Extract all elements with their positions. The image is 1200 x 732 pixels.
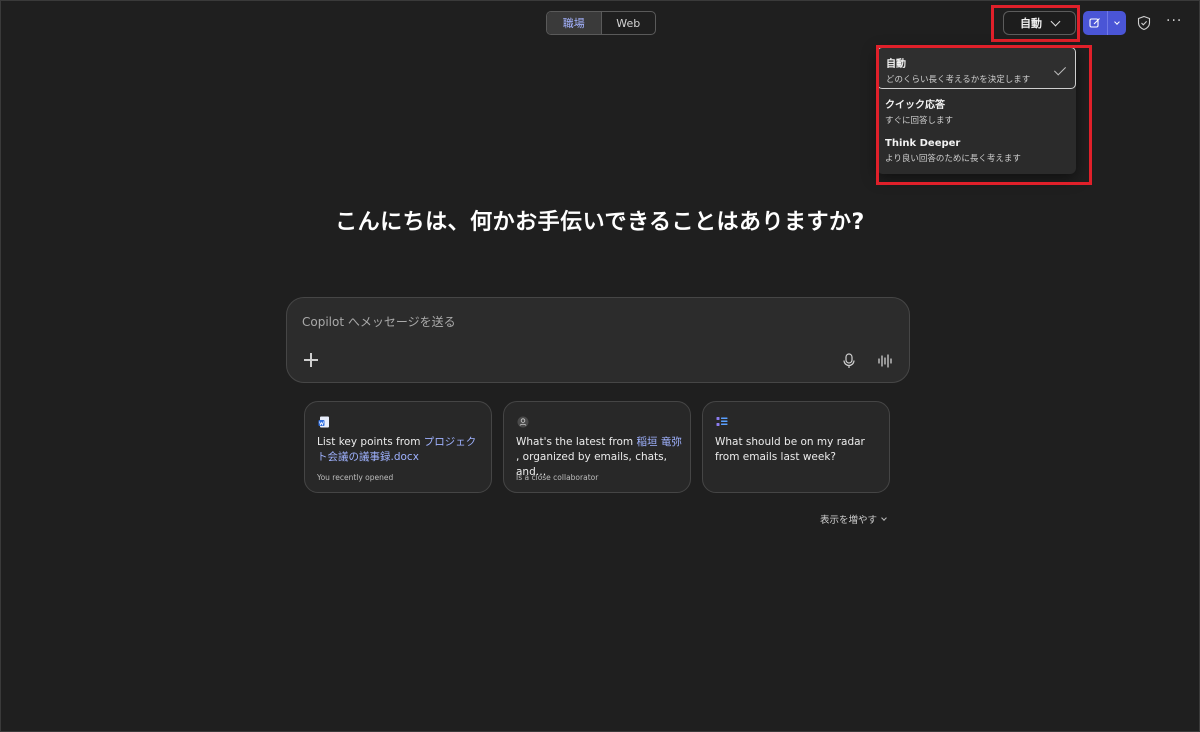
- suggestion-person-link[interactable]: 稲垣 竜弥: [636, 436, 681, 448]
- voice-mode-icon[interactable]: [877, 353, 893, 369]
- tab-web[interactable]: Web: [602, 12, 656, 34]
- suggestion-subtext: You recently opened: [317, 473, 394, 482]
- message-composer[interactable]: Copilot へメッセージを送る: [286, 297, 910, 383]
- annotation-highlight-menu: [876, 45, 1092, 185]
- microphone-icon[interactable]: [842, 353, 856, 369]
- suggestion-card[interactable]: What's the latest from 稲垣 竜弥 , organized…: [503, 401, 691, 493]
- new-chat-dropdown-button[interactable]: [1107, 11, 1126, 35]
- suggestion-text: What should be on my radar from emails l…: [715, 436, 865, 463]
- shield-icon[interactable]: [1136, 15, 1152, 31]
- chevron-down-icon: [881, 515, 887, 521]
- suggestion-subtext: Is a close collaborator: [516, 473, 599, 482]
- annotation-highlight-mode-button: [991, 5, 1080, 42]
- compose-icon: [1089, 18, 1100, 28]
- add-attachment-icon[interactable]: [304, 353, 318, 367]
- suggestion-card[interactable]: What should be on my radar from emails l…: [702, 401, 890, 493]
- suggestion-text: List key points from プロジェクト会議の議事録.docx: [317, 435, 483, 465]
- list-icon: [716, 417, 728, 426]
- work-web-toggle[interactable]: 職場 Web: [546, 11, 656, 35]
- show-more-label: 表示を増やす: [820, 515, 878, 526]
- word-doc-icon: [318, 416, 329, 428]
- person-icon: [517, 416, 529, 428]
- suggestion-prefix: List key points from: [317, 436, 424, 448]
- chevron-down-icon: [1114, 19, 1120, 25]
- suggestion-card[interactable]: List key points from プロジェクト会議の議事録.docx Y…: [304, 401, 492, 493]
- new-chat-button[interactable]: [1083, 11, 1107, 35]
- show-more-button[interactable]: 表示を増やす: [820, 512, 887, 526]
- more-options-icon[interactable]: ···: [1166, 13, 1182, 29]
- new-chat-split-button[interactable]: [1083, 11, 1126, 35]
- suggestion-prefix: What's the latest from: [516, 436, 637, 448]
- message-input-placeholder[interactable]: Copilot へメッセージを送る: [302, 313, 456, 330]
- greeting-heading: こんにちは、何かお手伝いできることはありますか?: [335, 210, 865, 235]
- tab-work[interactable]: 職場: [547, 12, 602, 34]
